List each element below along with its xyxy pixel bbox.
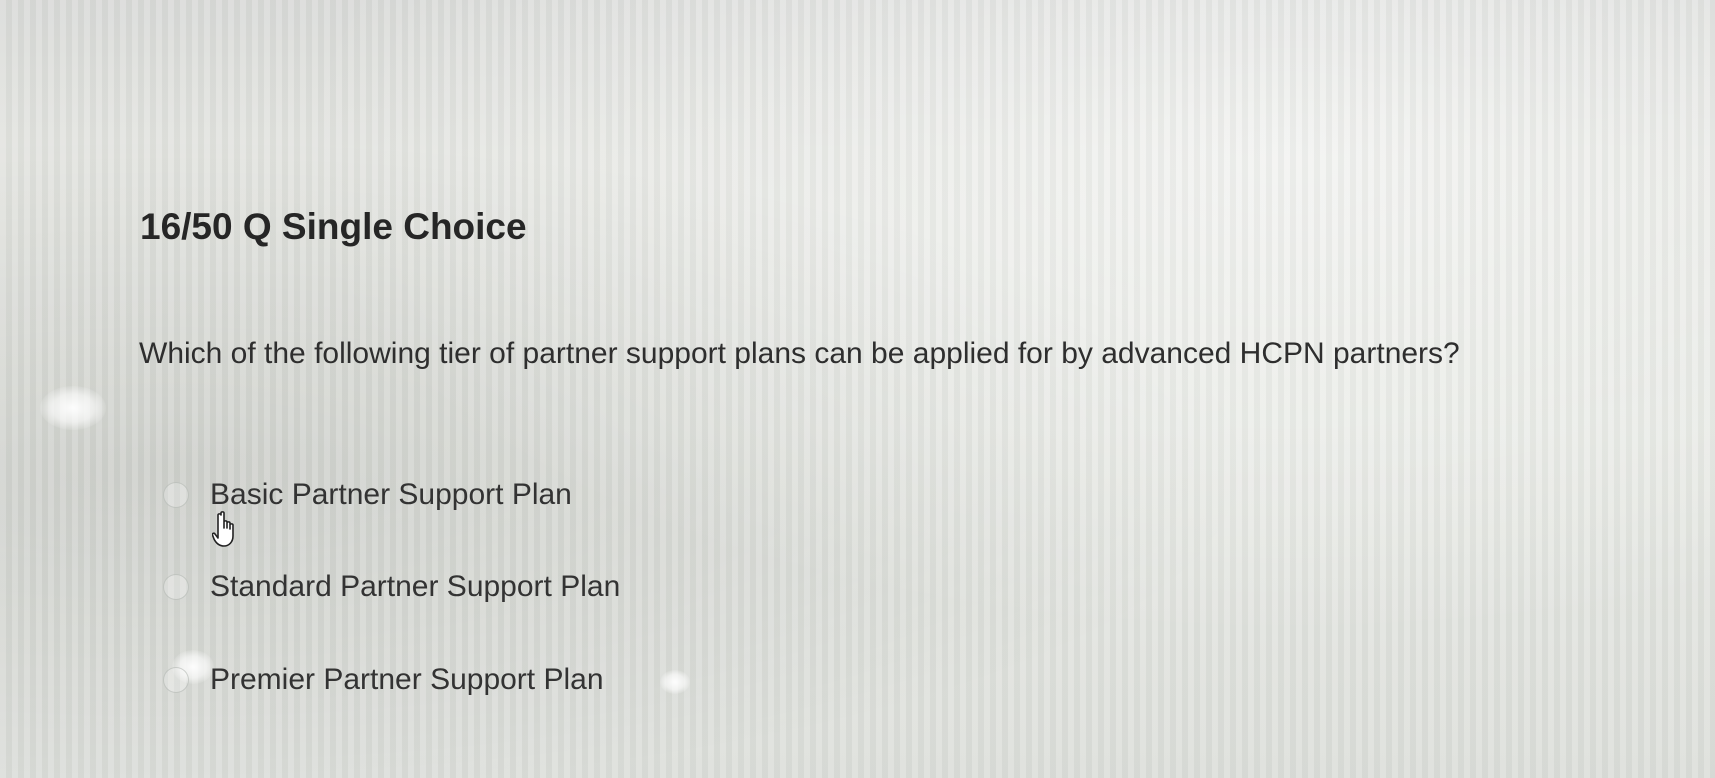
option-label: Basic Partner Support Plan [210,478,572,511]
question-text: Which of the following tier of partner s… [139,337,1460,370]
option-basic[interactable]: Basic Partner Support Plan [163,478,572,512]
question-header: 16/50 Q Single Choice [140,206,527,247]
radio-button[interactable] [163,482,189,508]
hand-pointer-icon [212,511,234,547]
option-premier[interactable]: Premier Partner Support Plan [163,663,604,697]
option-label: Premier Partner Support Plan [210,663,604,696]
radio-button[interactable] [163,667,189,693]
option-label: Standard Partner Support Plan [210,570,621,603]
screen-glare [660,670,690,694]
option-standard[interactable]: Standard Partner Support Plan [163,570,620,604]
screen-glare [40,386,106,430]
radio-button[interactable] [163,574,189,600]
